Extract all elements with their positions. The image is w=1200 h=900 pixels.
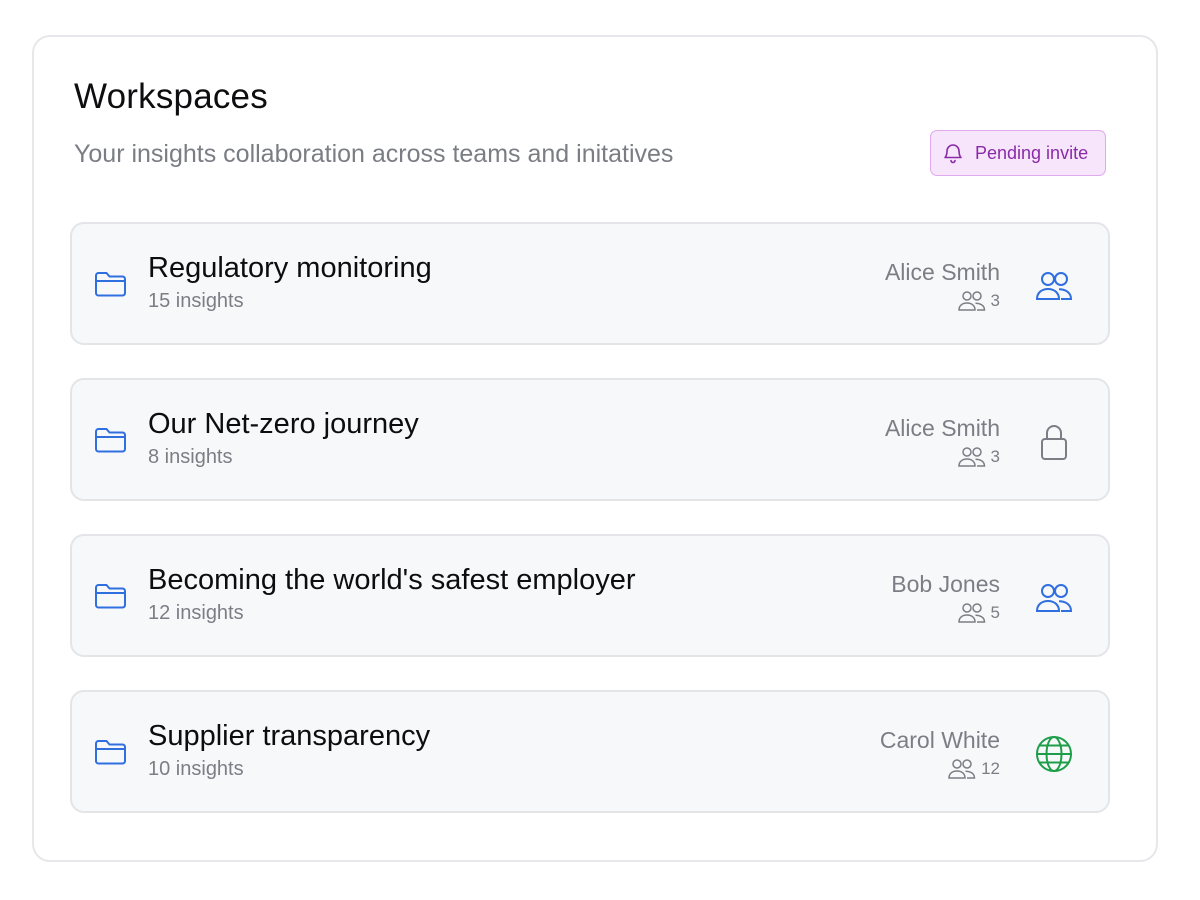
member-count-value: 3 — [990, 447, 1000, 466]
workspace-insight-count: 15 insights — [148, 290, 244, 312]
people-icon — [1034, 266, 1074, 306]
workspace-owner: Alice Smith — [884, 259, 1000, 285]
member-count: 3 — [957, 290, 1000, 312]
members-icon — [957, 602, 987, 624]
workspace-owner: Alice Smith — [884, 415, 1000, 441]
members-icon — [957, 446, 987, 468]
page-title: Workspaces — [74, 77, 268, 116]
workspace-item[interactable]: Supplier transparency 10 insights Carol … — [70, 690, 1110, 813]
workspace-item[interactable]: Becoming the world's safest employer 12 … — [70, 534, 1110, 657]
members-icon — [947, 758, 977, 780]
folder-icon — [94, 270, 128, 298]
workspace-insight-count: 12 insights — [148, 602, 244, 624]
globe-icon — [1034, 734, 1074, 774]
workspace-list: Regulatory monitoring 15 insights Alice … — [70, 222, 1110, 846]
workspace-name: Supplier transparency — [148, 720, 431, 752]
members-icon — [957, 290, 987, 312]
workspace-insight-count: 8 insights — [148, 446, 233, 468]
workspace-name: Our Net-zero journey — [148, 408, 419, 440]
workspace-owner: Carol White — [879, 727, 1000, 753]
workspaces-card: Workspaces Your insights collaboration a… — [32, 35, 1158, 862]
pending-invite-button[interactable]: Pending invite — [930, 130, 1106, 176]
workspace-item[interactable]: Our Net-zero journey 8 insights Alice Sm… — [70, 378, 1110, 501]
member-count-value: 12 — [981, 759, 1000, 778]
member-count: 5 — [957, 602, 1000, 624]
member-count: 3 — [957, 446, 1000, 468]
lock-icon — [1034, 422, 1074, 462]
folder-icon — [94, 582, 128, 610]
member-count-value: 5 — [990, 603, 1000, 622]
bell-icon — [941, 141, 965, 165]
pending-invite-label: Pending invite — [975, 142, 1089, 163]
page-subtitle: Your insights collaboration across teams… — [74, 140, 674, 168]
workspace-name: Becoming the world's safest employer — [148, 564, 636, 596]
folder-icon — [94, 738, 128, 766]
member-count-value: 3 — [990, 291, 1000, 310]
member-count: 12 — [947, 758, 1000, 780]
people-icon — [1034, 578, 1074, 618]
workspace-insight-count: 10 insights — [148, 758, 244, 780]
workspace-owner: Bob Jones — [891, 571, 1000, 597]
folder-icon — [94, 426, 128, 454]
workspace-name: Regulatory monitoring — [148, 252, 432, 284]
workspace-item[interactable]: Regulatory monitoring 15 insights Alice … — [70, 222, 1110, 345]
